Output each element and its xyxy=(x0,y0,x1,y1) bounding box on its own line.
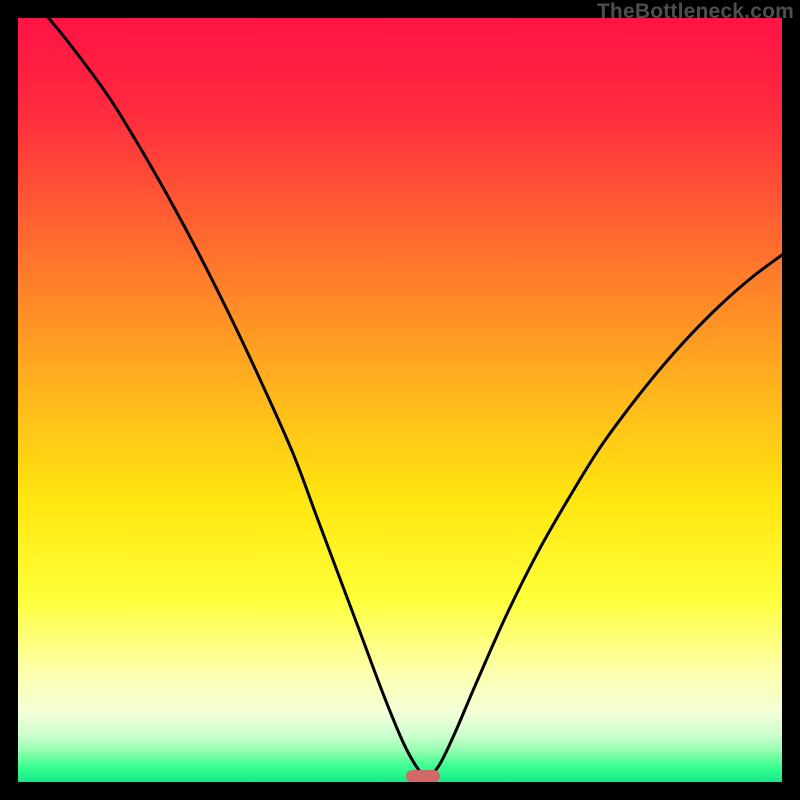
optimal-marker xyxy=(406,770,440,782)
chart-frame: TheBottleneck.com xyxy=(0,0,800,800)
watermark-text: TheBottleneck.com xyxy=(597,0,794,24)
plot-area xyxy=(18,18,782,782)
bottleneck-curve xyxy=(18,18,782,782)
